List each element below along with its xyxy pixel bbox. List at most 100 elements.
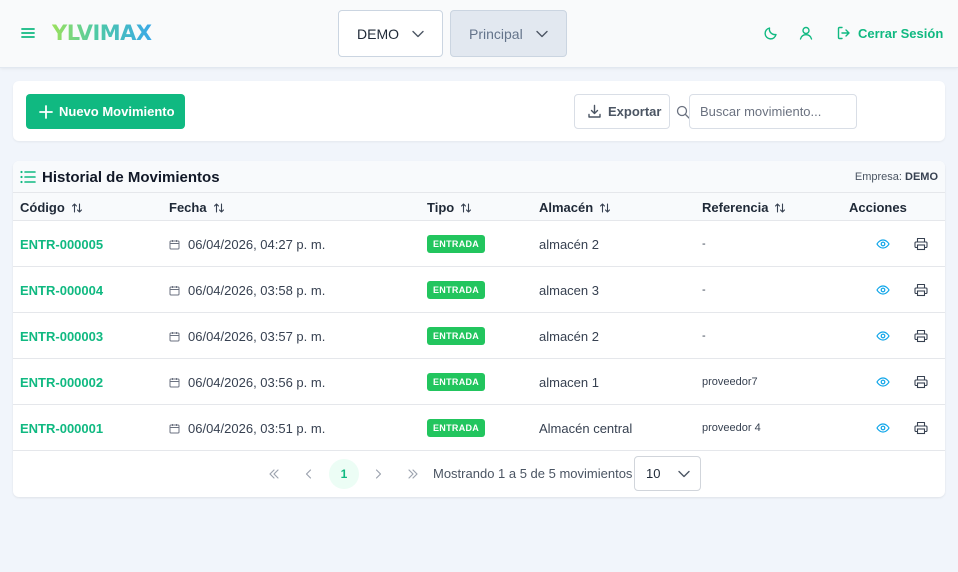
download-icon	[588, 104, 601, 118]
prev-page-button[interactable]	[294, 459, 324, 489]
column-header-warehouse[interactable]: Almacén	[539, 200, 611, 215]
calendar-icon	[169, 377, 180, 387]
user-icon[interactable]	[798, 25, 814, 41]
date-cell: 06/04/2026, 04:27 p. m.	[169, 221, 325, 267]
type-cell: ENTRADA	[427, 313, 486, 359]
chevron-down-icon	[412, 30, 424, 38]
date-text: 06/04/2026, 03:58 p. m.	[188, 282, 326, 298]
printer-icon	[914, 421, 928, 435]
first-page-button[interactable]	[259, 459, 289, 489]
table-row: ENTR-000003 06/04/2026, 03:57 p. m. ENTR…	[13, 313, 945, 359]
page-button-1[interactable]: 1	[329, 459, 359, 489]
reference-cell: proveedor7	[702, 376, 758, 388]
print-button[interactable]	[914, 359, 928, 405]
print-button[interactable]	[914, 221, 928, 267]
movements-table-card: Historial de Movimientos Empresa: DEMO C…	[13, 161, 945, 497]
type-cell: ENTRADA	[427, 359, 486, 405]
print-button[interactable]	[914, 267, 928, 313]
reference-cell: -	[702, 284, 706, 296]
print-button[interactable]	[914, 405, 928, 451]
warehouse-select[interactable]: Principal	[450, 10, 567, 57]
printer-icon	[914, 283, 928, 297]
warehouse-cell: Almacén central	[539, 420, 633, 436]
type-cell: ENTRADA	[427, 405, 486, 451]
type-badge: ENTRADA	[427, 281, 486, 299]
table-header: Código Fecha Tipo Almacén Referencia Acc…	[13, 193, 945, 221]
search-input[interactable]	[689, 94, 857, 129]
search-icon	[676, 105, 690, 119]
calendar-icon	[169, 423, 180, 433]
table-card-header: Historial de Movimientos Empresa: DEMO	[13, 161, 945, 193]
column-header-code[interactable]: Código	[20, 200, 83, 215]
chevron-down-icon	[678, 470, 690, 478]
menu-icon[interactable]	[20, 25, 36, 41]
company-label: Empresa:	[854, 171, 902, 183]
calendar-icon	[169, 331, 180, 341]
chevron-right-icon	[375, 469, 382, 479]
company-select-value: DEMO	[357, 25, 399, 42]
warehouse-cell: almacén 2	[539, 236, 599, 252]
pagination-info: Mostrando 1 a 5 de 5 movimientos	[433, 466, 633, 481]
company-select[interactable]: DEMO	[338, 10, 443, 57]
date-cell: 06/04/2026, 03:56 p. m.	[169, 359, 325, 405]
type-badge: ENTRADA	[427, 419, 486, 437]
type-badge: ENTRADA	[427, 373, 486, 391]
logout-label: Cerrar Sesión	[858, 25, 944, 41]
printer-icon	[914, 375, 928, 389]
logout-icon	[837, 26, 850, 40]
new-movement-button[interactable]: Nuevo Movimiento	[26, 94, 185, 129]
type-cell: ENTRADA	[427, 221, 486, 267]
chevron-down-icon	[536, 30, 548, 38]
table-row: ENTR-000002 06/04/2026, 03:56 p. m. ENTR…	[13, 359, 945, 405]
date-text: 06/04/2026, 03:57 p. m.	[188, 328, 326, 344]
table-title: Historial de Movimientos	[42, 169, 220, 186]
date-text: 06/04/2026, 04:27 p. m.	[188, 236, 326, 252]
sort-icon	[213, 202, 224, 213]
page-size-select[interactable]: 10	[634, 456, 701, 491]
view-button[interactable]	[876, 359, 890, 405]
page-size-value: 10	[646, 466, 661, 481]
view-button[interactable]	[876, 405, 890, 451]
calendar-icon	[169, 285, 180, 295]
printer-icon	[914, 329, 928, 343]
movement-code-link[interactable]: ENTR-000004	[20, 267, 103, 313]
movement-code-link[interactable]: ENTR-000003	[20, 313, 103, 359]
moon-icon[interactable]	[763, 25, 779, 41]
movement-code-link[interactable]: ENTR-000005	[20, 221, 103, 267]
printer-icon	[914, 237, 928, 251]
movement-code-link[interactable]: ENTR-000002	[20, 359, 103, 405]
type-cell: ENTRADA	[427, 267, 486, 313]
warehouse-select-value: Principal	[469, 25, 523, 42]
list-icon	[20, 170, 36, 184]
column-header-date[interactable]: Fecha	[169, 200, 225, 215]
movement-code-link[interactable]: ENTR-000001	[20, 405, 103, 451]
double-chevron-left-icon	[269, 469, 279, 479]
warehouse-cell: almacen 3	[539, 282, 599, 298]
plus-icon	[39, 104, 53, 119]
eye-icon	[876, 423, 890, 433]
calendar-icon	[169, 239, 180, 249]
pagination: 1 Mostrando 1 a 5 de 5 movimientos 10	[13, 451, 945, 497]
reference-cell: proveedor 4	[702, 422, 761, 434]
date-cell: 06/04/2026, 03:57 p. m.	[169, 313, 325, 359]
print-button[interactable]	[914, 313, 928, 359]
eye-icon	[876, 377, 890, 387]
export-button[interactable]: Exportar	[574, 94, 670, 129]
view-button[interactable]	[876, 313, 890, 359]
last-page-button[interactable]	[398, 459, 428, 489]
view-button[interactable]	[876, 221, 890, 267]
sort-icon	[600, 202, 611, 213]
toolbar-card: Nuevo Movimiento Exportar	[13, 81, 945, 141]
view-button[interactable]	[876, 267, 890, 313]
column-header-reference[interactable]: Referencia	[702, 200, 786, 215]
export-label: Exportar	[608, 104, 662, 119]
eye-icon	[876, 285, 890, 295]
company-value: DEMO	[905, 171, 938, 183]
next-page-button[interactable]	[363, 459, 393, 489]
column-header-type[interactable]: Tipo	[427, 200, 472, 215]
logout-button[interactable]: Cerrar Sesión	[836, 25, 943, 41]
app-logo: YLVIMAX	[52, 21, 152, 45]
type-badge: ENTRADA	[427, 327, 486, 345]
column-label: Código	[20, 200, 65, 215]
column-label: Almacén	[539, 200, 594, 215]
